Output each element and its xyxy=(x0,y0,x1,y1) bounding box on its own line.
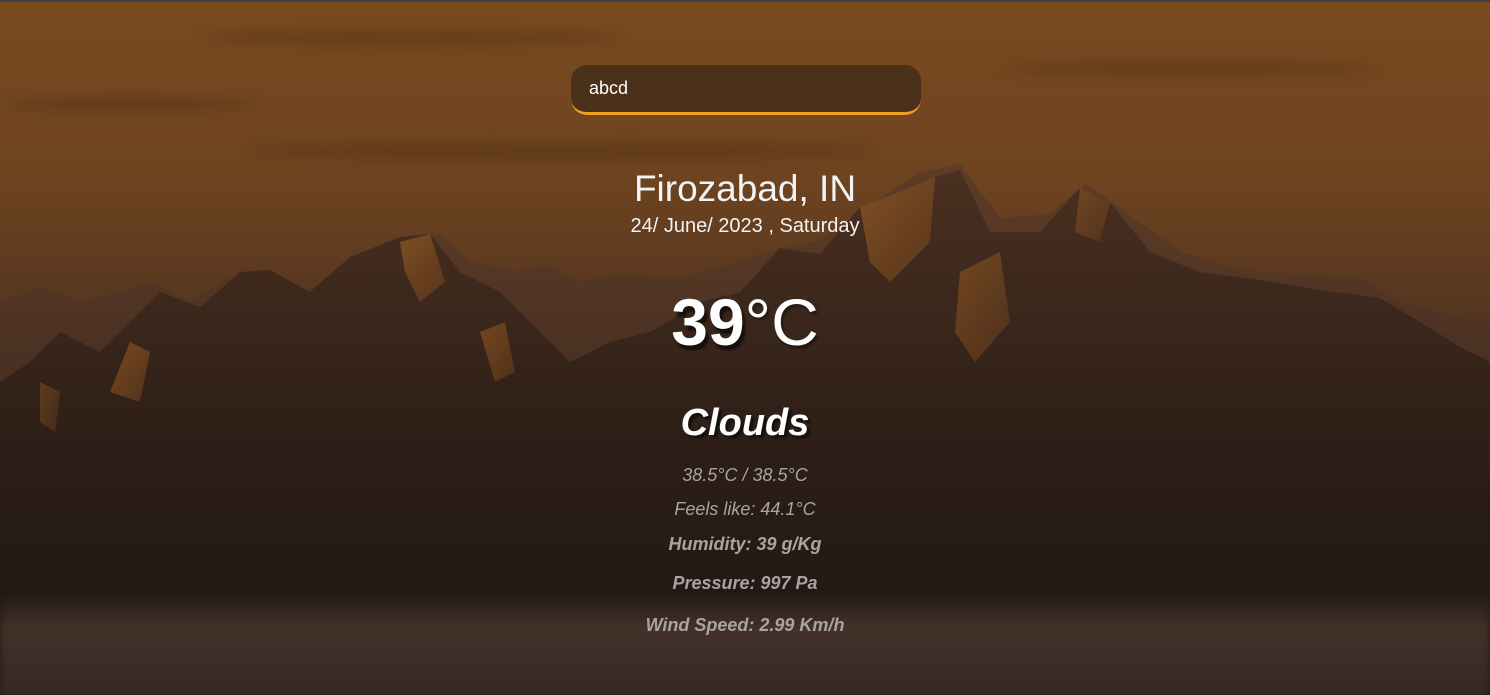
humidity: Humidity: 39 g/Kg xyxy=(668,534,822,554)
valley-mist xyxy=(0,592,1490,695)
temperature-display: 39°C xyxy=(0,284,1490,360)
wind-speed: Wind Speed: 2.99 Km/h xyxy=(645,615,845,635)
city-name: Firozabad, IN xyxy=(633,168,857,209)
temperature-value: 39 xyxy=(671,285,745,359)
feels-like: Feels like: 44.1°C xyxy=(674,499,816,519)
temperature-unit: °C xyxy=(744,285,819,359)
city-search-input[interactable] xyxy=(589,77,899,99)
min-max-temperature: 38.5°C / 38.5°C xyxy=(682,465,808,485)
weather-app: Firozabad, IN 24/ June/ 2023 , Saturday … xyxy=(0,0,1490,695)
search-box[interactable] xyxy=(571,65,921,115)
current-date: 24/ June/ 2023 , Saturday xyxy=(630,215,860,237)
weather-condition: Clouds xyxy=(680,402,810,444)
pressure: Pressure: 997 Pa xyxy=(672,573,818,593)
